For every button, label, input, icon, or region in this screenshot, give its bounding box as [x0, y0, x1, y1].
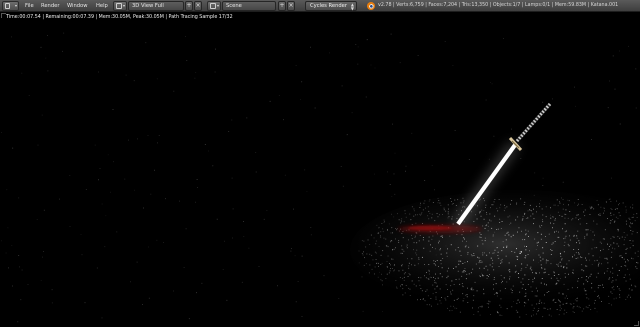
screen-layout-icon — [116, 3, 122, 9]
3d-viewport-rendered[interactable]: Time:00:07.54 | Remaining:00:07.39 | Mem… — [0, 12, 640, 327]
screen-layout-field[interactable]: 3D View Full — [128, 1, 184, 11]
scene-statistics: v2.78 | Verts:6,759 | Faces:7,204 | Tris… — [378, 3, 619, 8]
chevron-down-icon — [123, 5, 125, 7]
menu-render[interactable]: Render — [41, 0, 59, 12]
remove-screen-button[interactable]: × — [194, 1, 202, 11]
area-split-corner[interactable] — [634, 321, 639, 326]
info-editor-icon — [5, 3, 10, 9]
area-split-corner[interactable] — [1, 13, 6, 18]
scene-field[interactable]: Scene — [222, 1, 276, 11]
plus-icon: + — [279, 2, 285, 9]
scene-browse-button[interactable] — [207, 1, 221, 11]
plus-icon: + — [186, 2, 192, 9]
updown-arrows-icon: ▲ ▼ — [350, 2, 354, 11]
editor-type-button[interactable] — [2, 1, 19, 11]
render-engine-dropdown[interactable]: Cycles Render ▲ ▼ — [305, 1, 357, 11]
blood-pool-core — [408, 225, 452, 231]
render-progress-info: Time:00:07.54 | Remaining:00:07.39 | Mem… — [6, 15, 233, 20]
close-icon: × — [195, 2, 201, 9]
blender-logo-icon — [367, 2, 375, 10]
screen-layout-browse-button[interactable] — [113, 1, 127, 11]
menu-window[interactable]: Window — [67, 0, 87, 12]
chevron-down-icon — [217, 5, 219, 7]
add-scene-button[interactable]: + — [278, 1, 286, 11]
close-icon: × — [288, 2, 294, 9]
chevron-down-icon — [15, 5, 17, 7]
info-header: File Render Window Help 3D View Full + ×… — [0, 0, 640, 12]
remove-scene-button[interactable]: × — [287, 1, 295, 11]
render-engine-label: Cycles Render — [310, 3, 347, 9]
menu-file[interactable]: File — [25, 0, 34, 12]
render-canvas — [1, 32, 640, 323]
scene-icon — [210, 3, 216, 9]
add-screen-button[interactable]: + — [185, 1, 193, 11]
menu-help[interactable]: Help — [96, 0, 108, 12]
